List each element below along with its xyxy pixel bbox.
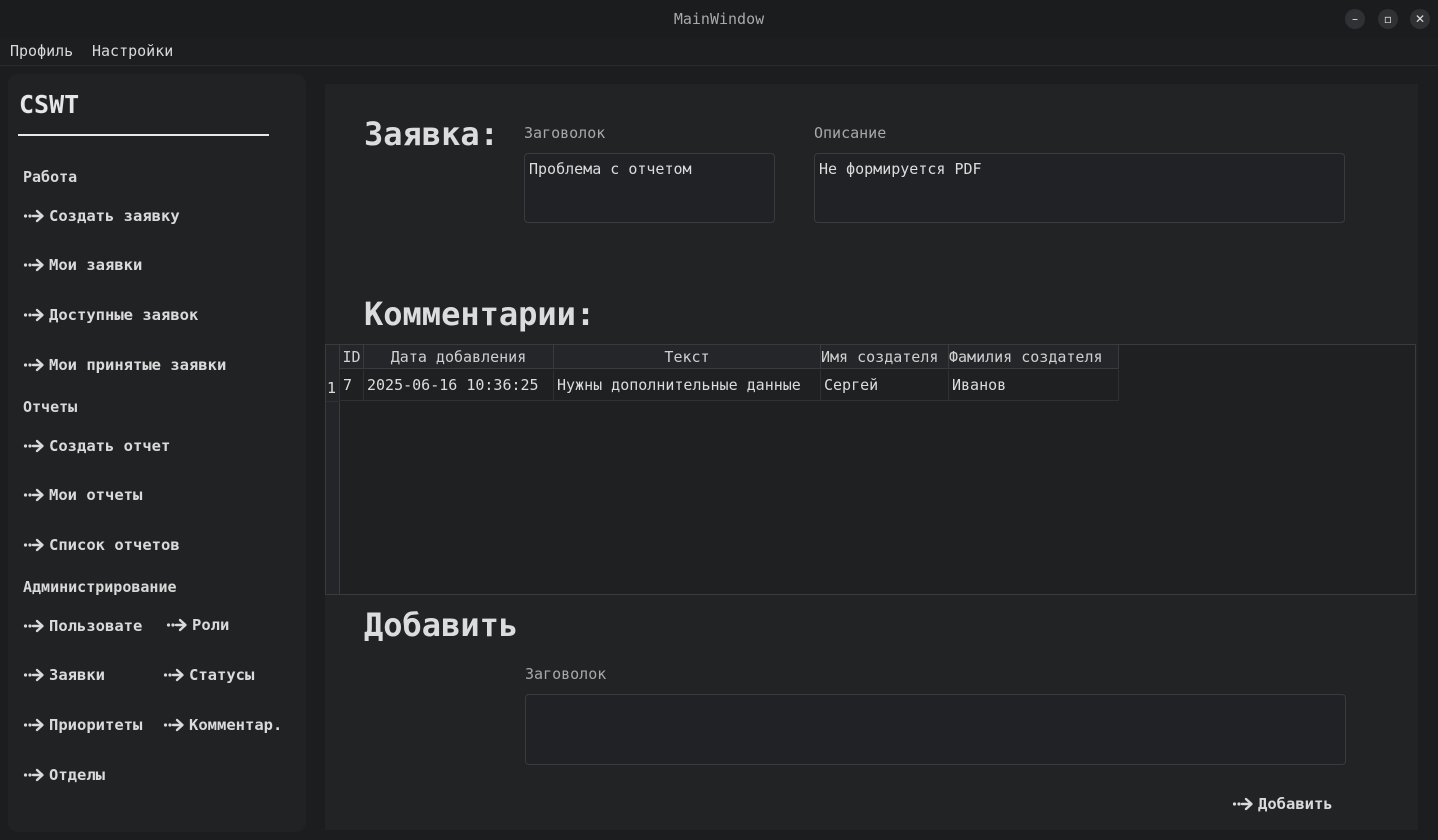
section-admin-label: Администрирование	[23, 578, 177, 596]
nav-label: Отделы	[49, 766, 105, 784]
section-reports-label: Отчеты	[23, 398, 78, 416]
nav-users[interactable]: Пользовате	[23, 615, 142, 637]
dotted-arrow-icon	[163, 667, 185, 683]
close-icon[interactable]: ✕	[1410, 9, 1430, 29]
dotted-arrow-icon	[23, 537, 45, 553]
dotted-arrow-icon	[23, 257, 45, 273]
nav-label: Заявки	[49, 666, 105, 684]
nav-label: Комментар.	[189, 716, 283, 734]
column-header-last-name[interactable]: Фамилия создателя	[949, 345, 1119, 369]
nav-statuses[interactable]: Статусы	[163, 664, 254, 686]
section-work-label: Работа	[23, 168, 78, 186]
add-button[interactable]: Добавить	[1232, 793, 1333, 815]
column-header-text[interactable]: Текст	[554, 345, 821, 369]
column-header-date[interactable]: Дата добавления	[364, 345, 554, 369]
nav-label: Статусы	[189, 666, 255, 684]
dotted-arrow-icon	[23, 357, 45, 373]
nav-report-list[interactable]: Список отчетов	[23, 534, 180, 556]
dotted-arrow-icon	[1232, 796, 1254, 812]
dotted-arrow-icon	[23, 667, 45, 683]
nav-label: Мои принятые заявки	[49, 356, 227, 374]
dotted-arrow-icon	[23, 208, 45, 224]
comments-table[interactable]: ID Дата добавления Текст Имя создателя Ф…	[325, 344, 1416, 595]
nav-label: Доступные заявок	[49, 306, 199, 324]
nav-create-request[interactable]: Создать заявку	[23, 205, 180, 227]
cell-id: 7	[340, 370, 364, 401]
cell-date: 2025-06-16 10:36:25	[364, 370, 554, 401]
nav-my-requests[interactable]: Мои заявки	[23, 254, 142, 276]
add-comment-field[interactable]	[525, 694, 1346, 765]
menu-bar: Профиль Настройки	[0, 38, 1438, 66]
dotted-arrow-icon	[23, 767, 45, 783]
request-heading: Заявка:	[364, 115, 499, 153]
column-header-first-name[interactable]: Имя создателя	[821, 345, 949, 369]
nav-requests-admin[interactable]: Заявки	[23, 664, 105, 686]
dotted-arrow-icon	[23, 438, 45, 454]
maximize-icon[interactable]: ▫	[1378, 9, 1398, 29]
brand-divider	[18, 134, 269, 136]
nav-my-accepted-requests[interactable]: Мои принятые заявки	[23, 354, 226, 376]
request-description-label: Описание	[814, 124, 887, 142]
column-header-id[interactable]: ID	[340, 345, 364, 369]
dotted-arrow-icon	[163, 717, 185, 733]
add-heading: Добавить	[364, 606, 519, 644]
add-title-label: Заговолок	[525, 665, 607, 683]
nav-label: Создать заявку	[49, 207, 180, 225]
nav-my-reports[interactable]: Мои отчеты	[23, 484, 142, 506]
dotted-arrow-icon	[23, 487, 45, 503]
menu-profile[interactable]: Профиль	[10, 42, 73, 60]
dotted-arrow-icon	[23, 717, 45, 733]
nav-departments[interactable]: Отделы	[23, 764, 105, 786]
window-title: MainWindow	[673, 10, 765, 28]
nav-label: Список отчетов	[49, 536, 180, 554]
nav-label: Мои отчеты	[49, 486, 143, 504]
title-bar: MainWindow – ▫ ✕	[0, 0, 1438, 39]
request-title-label: Заговолок	[524, 124, 606, 142]
nav-label: Создать отчет	[49, 437, 171, 455]
cell-last-name: Иванов	[949, 370, 1119, 401]
nav-comments[interactable]: Комментар.	[163, 714, 282, 736]
comments-heading: Комментарии:	[364, 295, 596, 333]
sidebar: CSWT Работа Создать заявку Мои заявки До…	[8, 74, 306, 832]
dotted-arrow-icon	[23, 307, 45, 323]
row-number: 1	[326, 370, 340, 402]
nav-priorities[interactable]: Приоритеты	[23, 714, 142, 736]
add-button-label: Добавить	[1258, 795, 1333, 813]
brand-logo-text: CSWT	[19, 90, 80, 119]
nav-label: Мои заявки	[49, 256, 143, 274]
menu-settings[interactable]: Настройки	[92, 42, 173, 60]
nav-create-report[interactable]: Создать отчет	[23, 435, 170, 457]
nav-label: Пользовате	[49, 617, 143, 635]
request-title-field[interactable]: Проблема с отчетом	[524, 153, 775, 223]
nav-label: Роли	[192, 616, 230, 634]
nav-label: Приоритеты	[49, 716, 143, 734]
nav-available-requests[interactable]: Доступные заявок	[23, 304, 198, 326]
request-description-field[interactable]: Не формируется PDF	[814, 153, 1345, 223]
dotted-arrow-icon	[23, 618, 45, 634]
cell-text: Нужны дополнительные данные	[554, 370, 821, 401]
cell-first-name: Сергей	[821, 370, 949, 401]
minimize-icon[interactable]: –	[1345, 9, 1365, 29]
nav-roles[interactable]: Роли	[166, 614, 229, 636]
dotted-arrow-icon	[166, 617, 188, 633]
